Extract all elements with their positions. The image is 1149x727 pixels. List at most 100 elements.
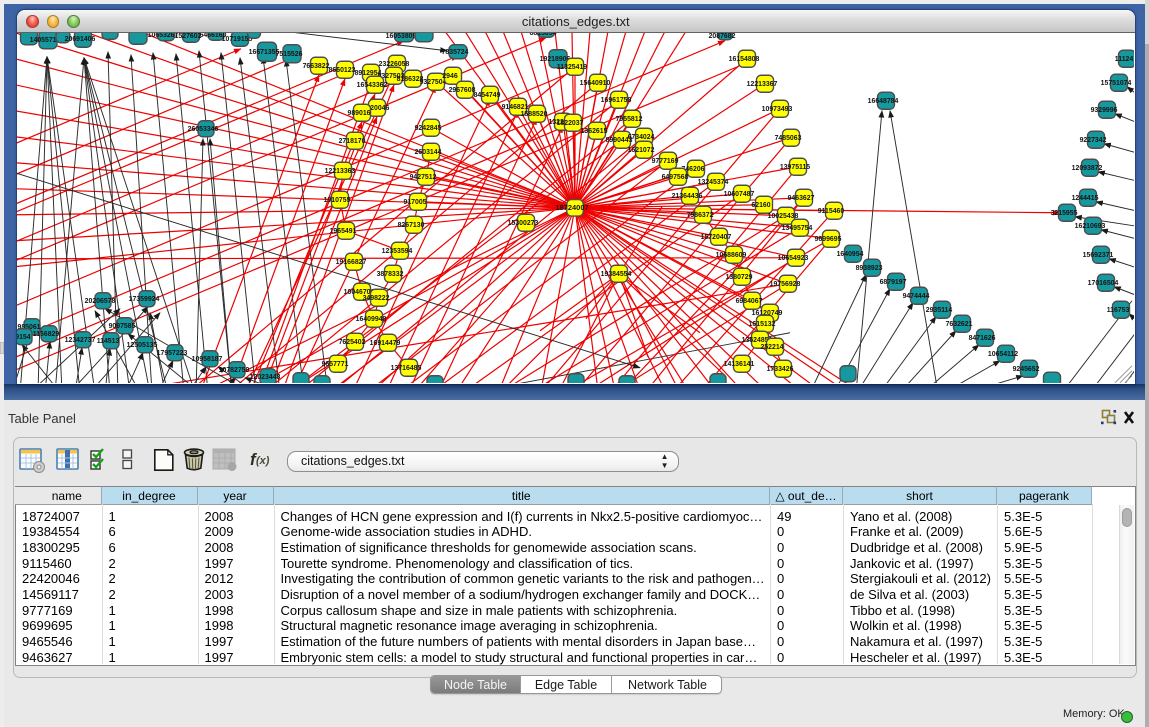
svg-text:9777169: 9777169 <box>652 158 679 165</box>
svg-text:2718170: 2718170 <box>339 138 366 145</box>
svg-text:6879197: 6879197 <box>880 279 907 286</box>
svg-text:9699695: 9699695 <box>815 236 842 243</box>
svg-text:16210693: 16210693 <box>1075 223 1106 230</box>
svg-text:8938923: 8938923 <box>856 265 883 272</box>
svg-text:26053346: 26053346 <box>188 126 219 133</box>
svg-text:1156829: 1156829 <box>33 331 60 338</box>
svg-text:8454749: 8454749 <box>474 92 501 99</box>
svg-text:1965491: 1965491 <box>330 228 357 235</box>
svg-text:19384554: 19384554 <box>601 271 632 278</box>
svg-text:16409948: 16409948 <box>356 316 387 323</box>
svg-text:10973493: 10973493 <box>762 106 793 113</box>
svg-text:2967608: 2967608 <box>449 87 476 94</box>
svg-text:15720407: 15720407 <box>701 234 732 241</box>
svg-text:13245374: 13245374 <box>698 179 729 186</box>
svg-text:19166827: 19166827 <box>336 259 367 266</box>
svg-text:10654923: 10654923 <box>778 255 809 262</box>
svg-text:6734024: 6734024 <box>628 134 655 141</box>
svg-text:3878332: 3878332 <box>377 271 404 278</box>
svg-text:9474444: 9474444 <box>903 293 930 300</box>
svg-text:8267130: 8267130 <box>398 222 425 229</box>
svg-text:12213367: 12213367 <box>747 81 778 88</box>
svg-text:10719155: 10719155 <box>222 36 253 43</box>
svg-text:21364436: 21364436 <box>672 193 703 200</box>
svg-text:11124: 11124 <box>1115 56 1134 63</box>
svg-text:9242845: 9242845 <box>415 125 442 132</box>
svg-text:7515526: 7515526 <box>276 51 303 58</box>
svg-text:9327504: 9327504 <box>420 79 447 86</box>
svg-text:9463627: 9463627 <box>788 195 815 202</box>
svg-text:1380729: 1380729 <box>726 274 753 281</box>
svg-text:10607487: 10607487 <box>724 191 755 198</box>
svg-text:20691406: 20691406 <box>65 36 96 43</box>
svg-text:7625402: 7625402 <box>339 339 366 346</box>
svg-text:10958187: 10958187 <box>192 356 223 363</box>
svg-text:1621072: 1621072 <box>628 147 655 154</box>
svg-text:1640954: 1640954 <box>837 251 864 258</box>
svg-text:6497568: 6497568 <box>662 174 689 181</box>
svg-text:6984067: 6984067 <box>736 298 763 305</box>
svg-text:15300273: 15300273 <box>508 220 539 227</box>
svg-text:2087682: 2087682 <box>709 33 736 40</box>
svg-text:7835724: 7835724 <box>442 49 469 56</box>
svg-text:8471626: 8471626 <box>969 335 996 342</box>
svg-text:3215955: 3215955 <box>1051 210 1078 217</box>
svg-text:1244415: 1244415 <box>1072 195 1099 202</box>
svg-text:1615132: 1615132 <box>749 321 776 328</box>
svg-text:19756928: 19756928 <box>770 281 801 288</box>
svg-text:16543362: 16543362 <box>357 82 388 89</box>
svg-text:9227342: 9227342 <box>1080 137 1107 144</box>
svg-text:10654112: 10654112 <box>988 351 1018 358</box>
svg-text:(x): (x) <box>256 455 270 467</box>
svg-text:16961758: 16961758 <box>601 97 632 104</box>
svg-text:39154: 39154 <box>17 334 31 341</box>
svg-text:16914479: 16914479 <box>370 340 401 347</box>
svg-text:9115460: 9115460 <box>818 208 845 215</box>
svg-text:1010755: 1010755 <box>324 197 351 204</box>
svg-text:8813054: 8813054 <box>530 33 557 37</box>
svg-text:1588520: 1588520 <box>521 111 548 118</box>
svg-text:1362615: 1362615 <box>581 128 608 135</box>
svg-text:12505135: 12505135 <box>127 342 158 349</box>
svg-text:3498222: 3498222 <box>363 295 390 302</box>
svg-text:17957223: 17957223 <box>157 350 188 357</box>
svg-text:17016504: 17016504 <box>1088 280 1119 287</box>
svg-text:7955812: 7955812 <box>616 116 643 123</box>
svg-text:1527602: 1527602 <box>175 33 202 40</box>
svg-text:2946: 2946 <box>442 73 457 80</box>
svg-text:7663822: 7663822 <box>303 63 330 70</box>
svg-text:10782759: 10782759 <box>219 367 250 374</box>
svg-text:9329996: 9329996 <box>1091 107 1118 114</box>
svg-text:116753: 116753 <box>1107 307 1130 314</box>
svg-text:9245652: 9245652 <box>1013 366 1040 373</box>
svg-text:2935114: 2935114 <box>926 307 953 314</box>
svg-text:14136141: 14136141 <box>724 361 755 368</box>
svg-text:13495754: 13495754 <box>782 225 813 232</box>
svg-text:252214: 252214 <box>761 344 784 351</box>
svg-text:1733426: 1733426 <box>767 366 794 373</box>
svg-text:917005: 917005 <box>404 199 427 206</box>
svg-text:16053809: 16053809 <box>386 33 417 40</box>
svg-text:8660123: 8660123 <box>329 67 356 74</box>
svg-text:13716485: 13716485 <box>391 365 422 372</box>
svg-text:16648784: 16648784 <box>868 98 899 105</box>
svg-text:12353594: 12353594 <box>382 248 413 255</box>
svg-text:17359924: 17359924 <box>129 296 160 303</box>
svg-text:1822037: 1822037 <box>557 120 584 127</box>
svg-text:2603144: 2603144 <box>415 149 442 156</box>
svg-text:7485063: 7485063 <box>775 135 802 142</box>
svg-text:15640910: 15640910 <box>580 80 611 87</box>
svg-text:16154808: 16154808 <box>729 56 760 63</box>
svg-text:20206578: 20206578 <box>85 298 116 305</box>
svg-text:9146821: 9146821 <box>502 104 529 111</box>
svg-text:10688609: 10688609 <box>716 252 747 259</box>
svg-text:7986372: 7986372 <box>687 212 714 219</box>
svg-text:62160: 62160 <box>751 202 770 209</box>
svg-text:9097585: 9097585 <box>109 323 136 330</box>
svg-text:12093872: 12093872 <box>1072 165 1103 172</box>
svg-text:15751074: 15751074 <box>1101 80 1132 87</box>
svg-text:9657771: 9657771 <box>322 361 349 368</box>
svg-text:15692371: 15692371 <box>1083 252 1114 259</box>
svg-text:18724007: 18724007 <box>555 203 588 212</box>
svg-text:114513: 114513 <box>97 338 120 345</box>
